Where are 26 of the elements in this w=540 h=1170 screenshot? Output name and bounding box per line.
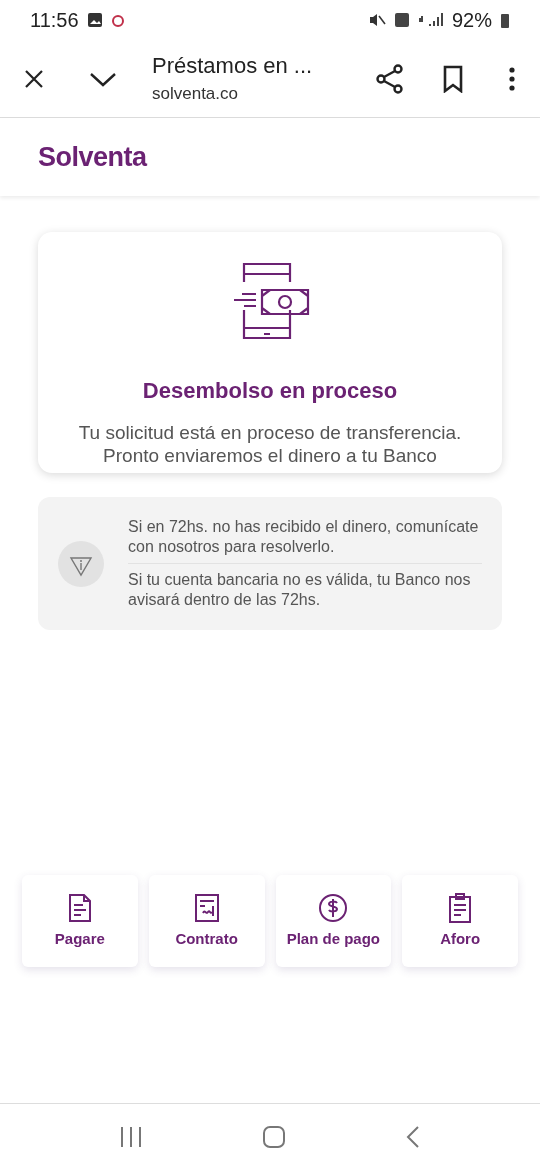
page-title: Préstamos en ... — [152, 51, 314, 80]
notice-text: Si tu cuenta bancaria no es válida, tu Banco nos avisará dentro de las 72hs. — [128, 563, 482, 616]
bookmark-button[interactable] — [442, 64, 464, 93]
share-button[interactable] — [376, 63, 404, 94]
battery-level: 92% — [451, 8, 492, 33]
battery-icon — [500, 12, 510, 28]
dollar-icon — [317, 891, 350, 924]
recent-apps-button[interactable] — [119, 1126, 144, 1148]
status-title: Desembolso en proceso — [142, 377, 398, 405]
page-url: solventa.co — [152, 82, 239, 105]
home-button[interactable] — [262, 1125, 286, 1149]
signal-icon — [417, 12, 444, 28]
action-tile[interactable]: Plan de pago — [275, 875, 392, 967]
mute-icon — [367, 12, 386, 28]
action-tile[interactable]: Pagare — [22, 875, 138, 967]
more-menu-button[interactable] — [508, 65, 516, 92]
logo: Solventa — [38, 140, 147, 174]
action-tile[interactable]: Aforo — [402, 875, 518, 967]
back-button[interactable] — [404, 1125, 421, 1149]
clock: 11:56 — [30, 8, 79, 33]
image-icon — [86, 12, 103, 28]
status-message: Tu solicitud está en proceso de transferencia. — [78, 421, 462, 444]
app-icon — [110, 12, 125, 28]
action-tile[interactable]: Contrato — [148, 875, 265, 967]
status-message: Pronto enviaremos el dinero a tu Banco — [103, 444, 437, 467]
notice-text: Si en 72hs. no has recibido el dinero, comunícate con nosotros para resolverlo. — [128, 517, 480, 557]
